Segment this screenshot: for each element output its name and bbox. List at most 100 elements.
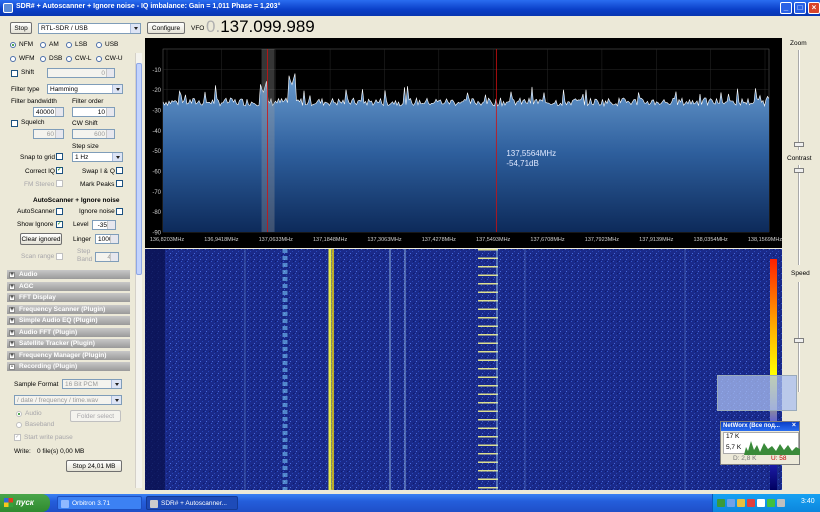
scan-range-checkbox[interactable] [56,253,63,260]
mode-usb-radio[interactable] [96,42,102,48]
autoscanner-checkbox[interactable] [56,208,63,215]
start-button[interactable]: пуск [0,494,50,512]
mark-peaks-checkbox[interactable] [116,180,123,187]
tray-volume-icon[interactable] [757,499,765,507]
networx-widget[interactable]: NetWorx (Все под... × 17 K 5,7 K D: 2,8 … [720,421,800,465]
level-input[interactable]: -35 [92,220,116,230]
section-header-simple-audio-eq-plugin[interactable]: + Simple Audio EQ (Plugin) [7,316,130,326]
record-audio-radio[interactable] [16,411,22,417]
tray-shield-icon[interactable] [737,499,745,507]
mode-lsb-radio[interactable] [66,42,72,48]
snap-to-grid-checkbox[interactable] [56,153,63,160]
maximize-button[interactable]: □ [794,2,806,14]
networx-download-label: D: 2,8 K [733,455,757,462]
squelch-label: Squelch [21,119,45,126]
scrollbar-thumb[interactable] [136,63,142,275]
start-write-pause-label: Start write pause [24,434,73,441]
waterfall-signal-trace [684,249,686,490]
step-size-select[interactable]: 1 Hz [72,152,123,162]
expand-icon[interactable]: + [9,329,15,336]
start-write-pause-checkbox[interactable]: ✓ [14,434,21,441]
mode-dsb-radio[interactable] [40,56,46,62]
stop-button[interactable]: Stop [10,22,32,34]
taskbar-item-label: SDR# + Autoscanner... [161,500,227,507]
tray-usb-icon[interactable] [777,499,785,507]
section-header-audio-fft-plugin[interactable]: + Audio FFT (Plugin) [7,327,130,338]
folder-select-button[interactable]: Folder select [70,410,121,422]
ignore-noise-checkbox[interactable] [116,208,123,215]
zoom-slider-thumb[interactable] [794,142,804,147]
contrast-label: Contrast [787,155,812,162]
tray-status-icon[interactable] [767,499,775,507]
mode-wfm-radio[interactable] [10,56,16,62]
waterfall-signal-trace [496,249,498,490]
tray-app-icon[interactable] [727,499,735,507]
vfo-frequency-display[interactable]: 0.137.099.989 [206,17,315,37]
close-button[interactable]: × [808,2,820,14]
filter-type-value: Hamming [50,86,78,93]
minimize-button[interactable]: _ [780,2,792,14]
spectrum-plot[interactable]: -10 -20 -30 -40 -50 -60 -70 -80 -90 136,8203MHz 1… [145,38,782,248]
tray-network-icon[interactable] [717,499,725,507]
collapse-icon[interactable]: - [9,364,15,370]
zoom-slider-track[interactable] [798,50,800,150]
stop-recording-button[interactable]: Stop 24,01 MB [66,460,122,472]
configure-button[interactable]: Configure [147,22,185,34]
section-header-recording-plugin[interactable]: - Recording (Plugin) [7,362,130,372]
section-header-audio[interactable]: + Audio [7,270,130,280]
file-path-select[interactable]: / date / frequency / time.wav [14,395,122,405]
sample-format-select[interactable]: 16 Bit PCM [62,379,122,389]
cw-shift-input[interactable]: 600 [72,129,115,139]
step-band-input[interactable]: 4 [95,252,119,262]
filter-type-select[interactable]: Hamming [47,84,123,94]
mode-cwl-radio[interactable] [66,56,72,62]
mode-wfm-label: WFM [19,55,35,62]
fm-stereo-checkbox[interactable] [56,180,63,187]
mode-nfm-radio[interactable] [10,42,16,48]
swap-iq-checkbox[interactable] [116,167,123,174]
section-header-agc[interactable]: + AGC [7,281,130,292]
mode-cwu-radio[interactable] [96,56,102,62]
mode-am-radio[interactable] [40,42,46,48]
expand-icon[interactable]: + [9,318,15,324]
squelch-checkbox[interactable] [11,120,18,127]
source-select[interactable]: RTL-SDR / USB [38,23,141,34]
linger-input[interactable]: 1000 [95,234,119,244]
filter-bandwidth-label: Filter bandwidth [11,98,57,105]
system-tray: 3:40 [712,494,820,512]
shift-input[interactable]: 0 [47,68,115,78]
filter-order-input[interactable]: 10 [72,107,115,117]
correct-iq-checkbox[interactable]: ✓ [56,167,63,174]
expand-icon[interactable]: + [9,306,15,313]
section-header-frequency-scanner-plugin[interactable]: + Frequency Scanner (Plugin) [7,304,130,315]
taskbar-item-orbitron[interactable]: Orbitron 3.71 [57,496,142,510]
speed-slider-thumb[interactable] [794,338,804,343]
section-header-fft-display[interactable]: + FFT Display [7,293,130,303]
show-ignore-checkbox[interactable]: ✓ [56,221,63,228]
clear-ignored-button[interactable]: Clear ignored [20,233,62,245]
shift-checkbox[interactable] [11,70,18,77]
expand-icon[interactable]: + [9,352,15,359]
waterfall-display[interactable] [145,249,782,490]
squelch-input[interactable]: 60 [33,129,64,139]
section-label: FFT Display [19,294,56,301]
step-label: Step [77,248,91,255]
filter-bandwidth-input[interactable]: 40000 [33,107,64,117]
record-baseband-radio[interactable] [16,422,22,428]
contrast-slider-track[interactable] [798,165,800,265]
tray-antivirus-icon[interactable] [747,499,755,507]
expand-icon[interactable]: + [9,283,15,290]
filter-bandwidth-band[interactable] [261,49,275,232]
section-header-frequency-manager-plugin[interactable]: + Frequency Manager (Plugin) [7,350,130,361]
expand-icon[interactable]: + [9,272,15,278]
expand-icon[interactable]: + [9,295,15,301]
expand-icon[interactable]: + [9,341,15,347]
record-audio-label: Audio [25,410,42,417]
section-header-satellite-tracker-plugin[interactable]: + Satellite Tracker (Plugin) [7,339,130,349]
speed-slider-track[interactable] [798,282,800,392]
networx-close-icon[interactable]: × [792,422,796,429]
swap-iq-label: Swap I & Q [82,168,115,175]
taskbar-item-sdrsharp[interactable]: SDR# + Autoscanner... [146,496,238,510]
left-panel-scrollbar[interactable] [135,53,142,488]
contrast-slider-thumb[interactable] [794,168,804,173]
